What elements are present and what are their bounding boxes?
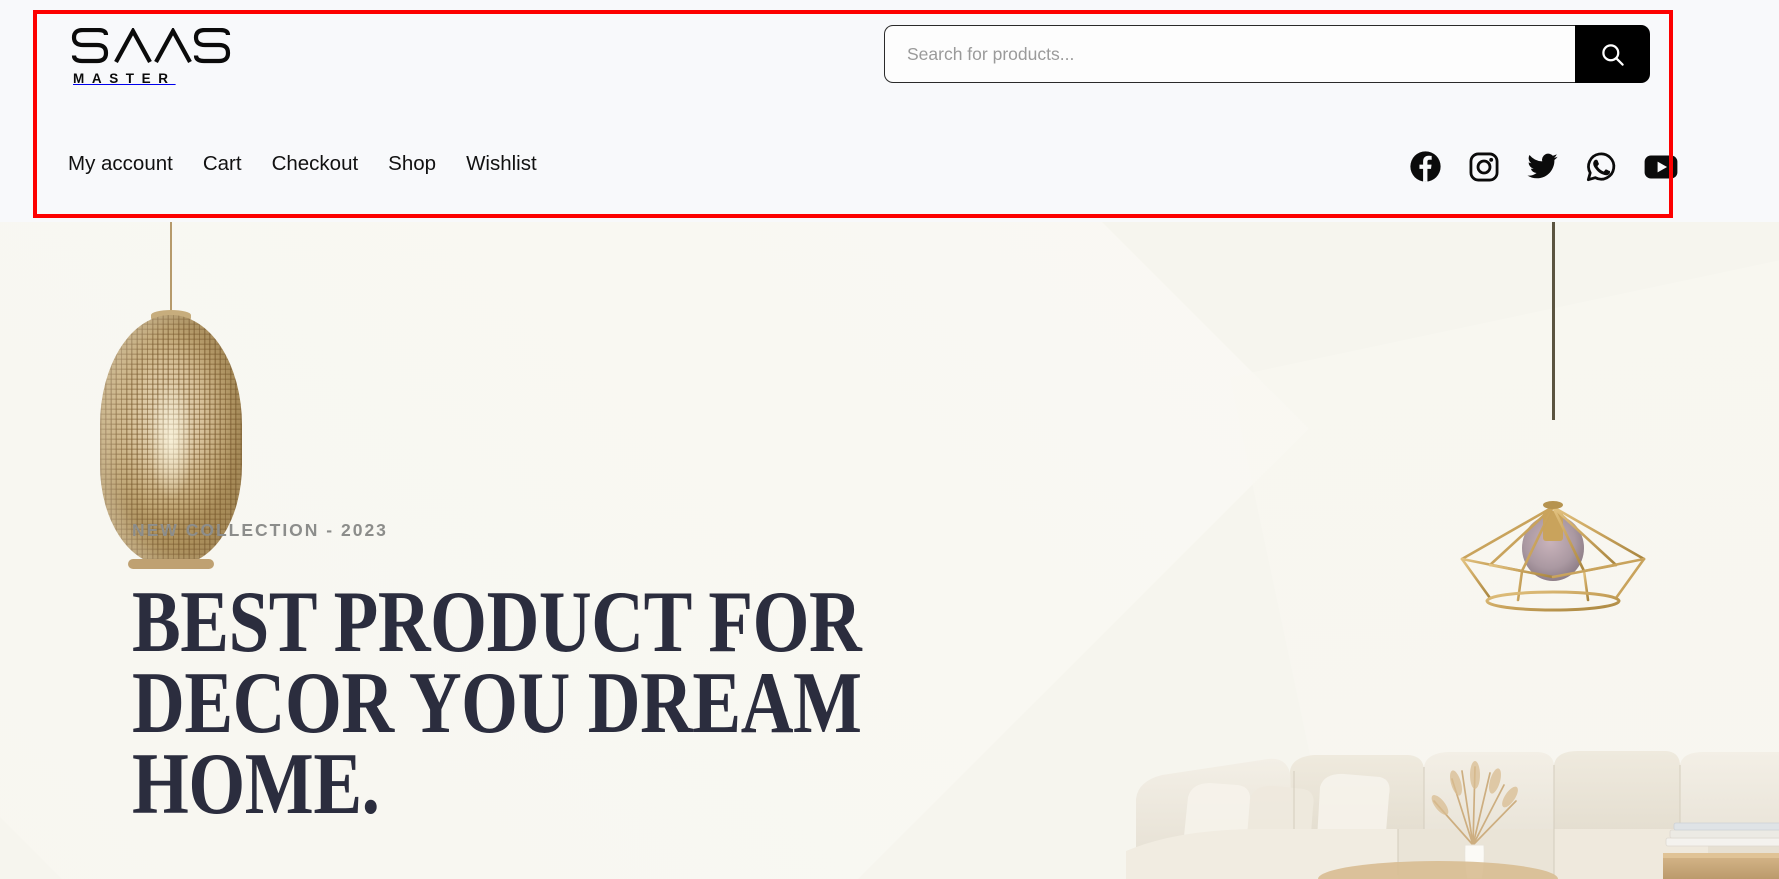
hero-headline: BEST PRODUCT FOR DECOR YOU DREAM HOME. xyxy=(132,574,862,833)
nav-item-my-account[interactable]: My account xyxy=(68,152,173,176)
youtube-icon xyxy=(1644,154,1678,179)
hero-copy: NEW COLLECTION - 2023 BEST PRODUCT FOR D… xyxy=(132,520,1032,833)
facebook-icon xyxy=(1410,151,1441,182)
social-link-twitter[interactable] xyxy=(1526,150,1559,183)
site-header: MASTER My account Cart Checkout Shop Wis… xyxy=(0,0,1779,222)
gold-cage-pendant-lamp xyxy=(1450,415,1660,615)
whatsapp-icon xyxy=(1586,152,1616,182)
nav-item-cart[interactable]: Cart xyxy=(203,152,242,176)
logo-subtitle: MASTER xyxy=(73,71,176,86)
social-links xyxy=(1409,150,1678,183)
twitter-icon xyxy=(1527,153,1558,179)
nav-item-shop[interactable]: Shop xyxy=(388,152,436,176)
search-button[interactable] xyxy=(1575,25,1650,83)
search-input[interactable] xyxy=(884,25,1575,83)
lamp-glow xyxy=(148,380,194,500)
social-link-youtube[interactable] xyxy=(1644,154,1678,180)
site-logo[interactable]: MASTER xyxy=(70,28,250,88)
search-form xyxy=(884,25,1650,83)
instagram-icon xyxy=(1469,152,1499,181)
social-link-instagram[interactable] xyxy=(1468,151,1500,183)
nav-item-checkout[interactable]: Checkout xyxy=(272,152,359,176)
sofa-scene xyxy=(1118,725,1779,879)
nav-item-wishlist[interactable]: Wishlist xyxy=(466,152,537,176)
logo-mark-saas xyxy=(71,28,231,64)
hero-eyebrow: NEW COLLECTION - 2023 xyxy=(132,520,388,540)
social-link-whatsapp[interactable] xyxy=(1585,150,1618,183)
social-link-facebook[interactable] xyxy=(1409,150,1442,183)
main-navigation: My account Cart Checkout Shop Wishlist xyxy=(68,152,537,176)
search-icon xyxy=(1602,43,1624,66)
